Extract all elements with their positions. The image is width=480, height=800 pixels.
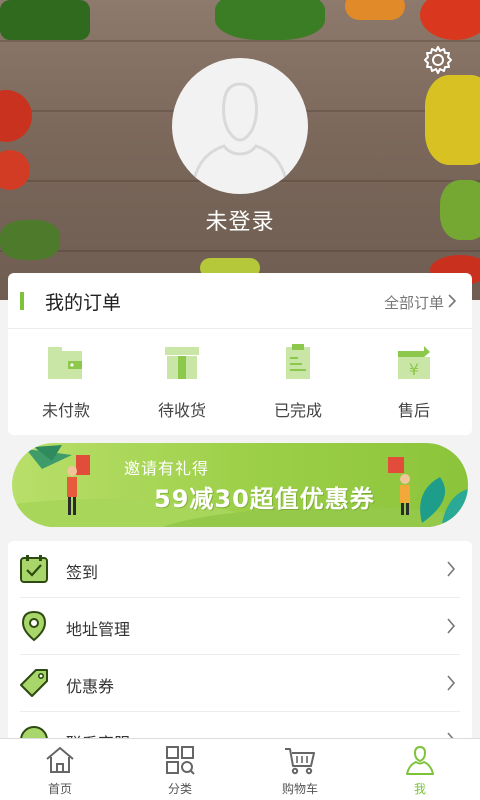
coupon-tag-icon xyxy=(20,669,48,697)
accent-bar xyxy=(20,292,24,310)
profile-menu: 签到 地址管理 优惠券 联系客服 xyxy=(8,541,472,741)
orders-title: 我的订单 xyxy=(45,292,122,314)
herb-decoration xyxy=(215,0,325,40)
profile-header: 未登录 xyxy=(0,0,480,300)
calendar-check-icon xyxy=(20,555,48,583)
banner-headline: 59减30超值优惠券 xyxy=(154,485,375,513)
order-status-to-receive[interactable]: 待收货 xyxy=(124,329,240,435)
wood-texture xyxy=(0,250,480,252)
pepper-decoration xyxy=(420,0,480,40)
tab-category[interactable]: 分类 xyxy=(120,739,240,800)
tab-label: 我 xyxy=(413,782,426,796)
tab-label: 购物车 xyxy=(281,782,318,796)
chevron-right-icon[interactable] xyxy=(446,294,458,308)
tomato-decoration xyxy=(0,90,32,142)
order-status-label: 待收货 xyxy=(157,401,206,420)
receipt-icon xyxy=(286,344,310,379)
default-avatar-icon xyxy=(192,82,288,181)
order-status-label: 已完成 xyxy=(273,401,322,420)
cart-icon xyxy=(285,748,315,775)
location-pin-icon xyxy=(21,610,47,642)
view-all-orders-link[interactable]: 全部订单 xyxy=(384,292,444,313)
wood-texture xyxy=(0,40,480,42)
menu-item-label: 签到 xyxy=(66,563,99,582)
menu-item-label: 优惠券 xyxy=(66,677,115,696)
category-icon xyxy=(166,746,195,775)
refund-icon: ¥ xyxy=(398,346,430,379)
order-status-unpaid[interactable]: 未付款 xyxy=(8,329,124,435)
profile-page: 未登录 我的订单 全部订单 未付款 待收货 已完成 ¥ 售后 邀请有礼得 59减… xyxy=(0,0,480,800)
cucumber-decoration xyxy=(0,0,90,40)
order-status-list: 未付款 待收货 已完成 ¥ 售后 xyxy=(8,329,472,435)
tab-home[interactable]: 首页 xyxy=(0,739,120,800)
menu-item-address[interactable]: 地址管理 xyxy=(8,598,472,655)
invite-promo-banner[interactable]: 邀请有礼得 59减30超值优惠券 xyxy=(12,443,468,527)
tab-label: 分类 xyxy=(167,782,192,796)
user-icon xyxy=(406,745,434,775)
banner-subtitle: 邀请有礼得 xyxy=(124,459,210,478)
home-icon xyxy=(46,746,74,773)
menu-item-label: 地址管理 xyxy=(66,620,131,639)
order-status-after-sales[interactable]: ¥ 售后 xyxy=(356,329,472,435)
yellow-pepper-decoration xyxy=(425,75,480,165)
gear-icon[interactable] xyxy=(422,44,454,76)
tomato-decoration xyxy=(0,150,30,190)
package-icon xyxy=(165,347,199,379)
login-status[interactable]: 未登录 xyxy=(0,204,480,236)
chevron-right-icon xyxy=(447,618,456,634)
tab-cart[interactable]: 购物车 xyxy=(240,739,360,800)
chevron-right-icon xyxy=(447,561,456,577)
order-status-label: 未付款 xyxy=(41,401,90,420)
svg-text:¥: ¥ xyxy=(409,360,419,379)
bottom-tab-bar: 首页 分类 购物车 我 xyxy=(0,738,480,800)
tab-label: 首页 xyxy=(47,782,72,796)
carrot-decoration xyxy=(345,0,405,20)
chevron-right-icon xyxy=(447,675,456,691)
order-status-completed[interactable]: 已完成 xyxy=(240,329,356,435)
menu-item-coupons[interactable]: 优惠券 xyxy=(8,655,472,712)
avatar[interactable] xyxy=(172,58,308,194)
menu-item-checkin[interactable]: 签到 xyxy=(8,541,472,598)
order-status-label: 售后 xyxy=(397,401,430,420)
orders-header: 我的订单 全部订单 xyxy=(8,273,472,329)
menu-item-customer-service[interactable]: 联系客服 xyxy=(8,712,472,741)
tab-me[interactable]: 我 xyxy=(360,739,480,800)
wallet-icon xyxy=(48,347,82,379)
orders-card: 我的订单 全部订单 未付款 待收货 已完成 ¥ 售后 xyxy=(8,273,472,435)
